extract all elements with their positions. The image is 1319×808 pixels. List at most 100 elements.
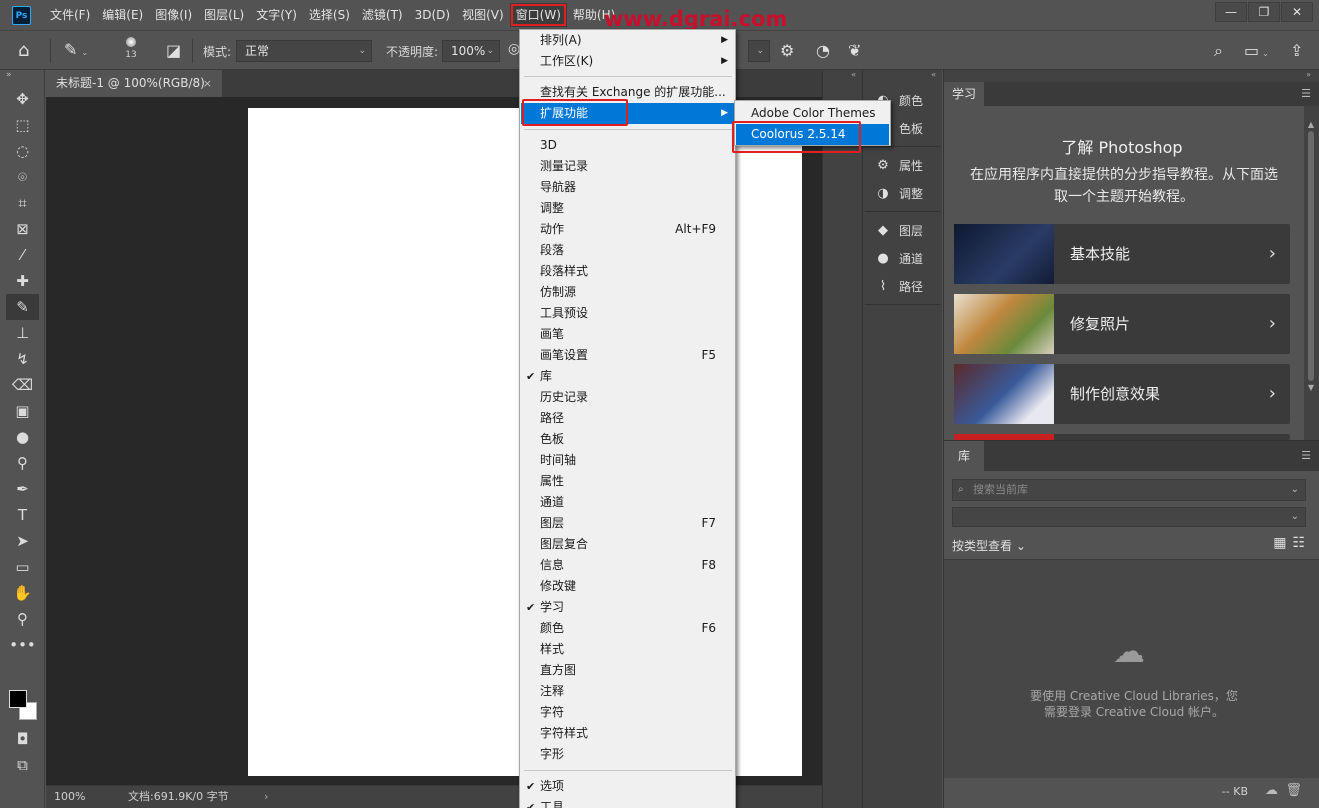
- menu-item-measurement-log[interactable]: 测量记录: [521, 156, 734, 177]
- menu-item-layers[interactable]: 图层 F7: [521, 513, 734, 534]
- brush-tool-icon[interactable]: ✎: [6, 294, 39, 320]
- brush-preset-icon[interactable]: ✎ ⌄: [64, 40, 88, 59]
- collapse-icon[interactable]: «: [863, 70, 942, 82]
- menu-item-adjustments[interactable]: 调整: [521, 198, 734, 219]
- workspace-icon[interactable]: ▭ ⌄: [1244, 41, 1269, 60]
- collapse-icon[interactable]: »: [944, 70, 1319, 82]
- tutorial-card-creative-effects[interactable]: 制作创意效果 ›: [954, 364, 1290, 424]
- document-tab[interactable]: 未标题-1 @ 100%(RGB/8) ×: [46, 70, 222, 97]
- quick-select-tool-icon[interactable]: ⌾: [0, 164, 45, 190]
- hand-tool-icon[interactable]: ✋: [0, 580, 45, 606]
- menu-item-styles[interactable]: 样式: [521, 639, 734, 660]
- brush-settings-icon[interactable]: ◪: [166, 41, 181, 60]
- zoom-level[interactable]: 100%: [54, 786, 85, 808]
- menu-item-tool-presets[interactable]: 工具预设: [521, 303, 734, 324]
- menu-item-modifier-keys[interactable]: 修改键: [521, 576, 734, 597]
- panel-item-properties[interactable]: ⚙ 属性: [865, 151, 940, 179]
- move-tool-icon[interactable]: ✥: [0, 86, 45, 112]
- menu-file[interactable]: 文件(F): [44, 0, 96, 30]
- panel-item-channels[interactable]: ● 通道: [865, 244, 940, 272]
- menu-edit[interactable]: 编辑(E): [96, 0, 149, 30]
- smoothing-dropdown[interactable]: ⌄: [748, 40, 770, 62]
- maximize-button[interactable]: ❐: [1248, 2, 1280, 22]
- brush-size-picker[interactable]: 13: [118, 37, 144, 60]
- library-select[interactable]: ⌄: [952, 507, 1306, 527]
- menu-item-character-styles[interactable]: 字符样式: [521, 723, 734, 744]
- cloud-sync-icon[interactable]: ☁: [1265, 783, 1278, 798]
- history-brush-tool-icon[interactable]: ↯: [0, 346, 45, 372]
- more-tools-icon[interactable]: •••: [0, 632, 45, 658]
- sort-dropdown[interactable]: 按类型查看 ⌄: [952, 537, 1026, 554]
- gradient-tool-icon[interactable]: ▣: [0, 398, 45, 424]
- quick-mask-icon[interactable]: ◘: [0, 726, 45, 752]
- tutorial-card-basics[interactable]: 基本技能 ›: [954, 224, 1290, 284]
- minimize-button[interactable]: —: [1215, 2, 1247, 22]
- path-select-tool-icon[interactable]: ➤: [0, 528, 45, 554]
- menu-item-notes[interactable]: 注释: [521, 681, 734, 702]
- menu-item-swatches[interactable]: 色板: [521, 429, 734, 450]
- gear-icon[interactable]: ⚙: [780, 41, 794, 60]
- foreground-color[interactable]: [9, 690, 27, 708]
- menu-item-tools[interactable]: ✔ 工具: [521, 797, 734, 808]
- panel-menu-icon[interactable]: ☰: [1301, 449, 1311, 462]
- rectangle-tool-icon[interactable]: ▭: [0, 554, 45, 580]
- tab-learn[interactable]: 学习: [944, 82, 984, 106]
- marquee-tool-icon[interactable]: ⬚: [0, 112, 45, 138]
- tutorial-card-fix-photos[interactable]: 修复照片 ›: [954, 294, 1290, 354]
- menu-item-learn[interactable]: ✔ 学习: [521, 597, 734, 618]
- collapse-icon[interactable]: «: [823, 70, 862, 82]
- trash-icon[interactable]: 🗑: [1285, 783, 1302, 798]
- menu-item-paths[interactable]: 路径: [521, 408, 734, 429]
- menu-item-character[interactable]: 字符: [521, 702, 734, 723]
- menu-item-histogram[interactable]: 直方图: [521, 660, 734, 681]
- pen-tool-icon[interactable]: ✒: [0, 476, 45, 502]
- menu-item-actions[interactable]: 动作 Alt+F9: [521, 219, 734, 240]
- tab-library[interactable]: 库: [944, 441, 984, 471]
- crop-tool-icon[interactable]: ⌗: [0, 190, 45, 216]
- lasso-tool-icon[interactable]: ◌: [0, 138, 45, 164]
- zoom-tool-icon[interactable]: ⚲: [0, 606, 45, 632]
- close-icon[interactable]: ×: [203, 70, 212, 97]
- library-search-input[interactable]: ⌕ 搜索当前库 ⌄: [952, 479, 1306, 501]
- frame-tool-icon[interactable]: ⊠: [0, 216, 45, 242]
- menu-view[interactable]: 视图(V): [456, 0, 510, 30]
- panel-menu-icon[interactable]: ☰: [1301, 87, 1311, 100]
- share-icon[interactable]: ⇪: [1290, 41, 1303, 60]
- menu-item-navigator[interactable]: 导航器: [521, 177, 734, 198]
- dodge-tool-icon[interactable]: ⚲: [0, 450, 45, 476]
- menu-filter[interactable]: 滤镜(T): [356, 0, 409, 30]
- panel-item-paths[interactable]: ⌇ 路径: [865, 272, 940, 300]
- panel-item-layers[interactable]: ◆ 图层: [865, 216, 940, 244]
- menu-item-channels[interactable]: 通道: [521, 492, 734, 513]
- menu-item-brushes[interactable]: 画笔: [521, 324, 734, 345]
- scroll-up-icon[interactable]: ▲: [1307, 120, 1315, 129]
- opacity-field[interactable]: 100% ⌄: [442, 40, 500, 62]
- menu-item-glyphs[interactable]: 字形: [521, 744, 734, 765]
- angle-icon[interactable]: ◔: [816, 41, 830, 60]
- eyedropper-tool-icon[interactable]: ⁄: [0, 242, 45, 268]
- stamp-tool-icon[interactable]: ⊥: [0, 320, 45, 346]
- menu-item-properties[interactable]: 属性: [521, 471, 734, 492]
- close-button[interactable]: ✕: [1281, 2, 1313, 22]
- healing-brush-tool-icon[interactable]: ✚: [0, 268, 45, 294]
- menu-item-3d[interactable]: 3D: [521, 135, 734, 156]
- menu-item-workspace[interactable]: 工作区(K) ▶: [521, 51, 734, 72]
- menu-item-brush-settings[interactable]: 画笔设置 F5: [521, 345, 734, 366]
- menu-item-arrange[interactable]: 排列(A) ▶: [521, 30, 734, 51]
- eraser-tool-icon[interactable]: ⌫: [0, 372, 45, 398]
- menu-type[interactable]: 文字(Y): [250, 0, 303, 30]
- home-icon[interactable]: ⌂: [18, 40, 29, 61]
- chevron-right-icon[interactable]: ›: [264, 786, 268, 808]
- search-icon[interactable]: ⌕: [1214, 41, 1223, 61]
- menu-item-clone-source[interactable]: 仿制源: [521, 282, 734, 303]
- symmetry-icon[interactable]: ❦: [848, 41, 861, 60]
- scroll-down-icon[interactable]: ▼: [1307, 383, 1315, 392]
- color-swatches[interactable]: [9, 690, 39, 722]
- learn-scrollbar[interactable]: ▲ ▼: [1307, 120, 1315, 432]
- scroll-thumb[interactable]: [1308, 131, 1314, 381]
- menu-window[interactable]: 窗口(W): [509, 3, 567, 27]
- menu-item-history[interactable]: 历史记录: [521, 387, 734, 408]
- menu-item-options[interactable]: ✔ 选项: [521, 776, 734, 797]
- blur-tool-icon[interactable]: ●: [0, 424, 45, 450]
- menu-item-info[interactable]: 信息 F8: [521, 555, 734, 576]
